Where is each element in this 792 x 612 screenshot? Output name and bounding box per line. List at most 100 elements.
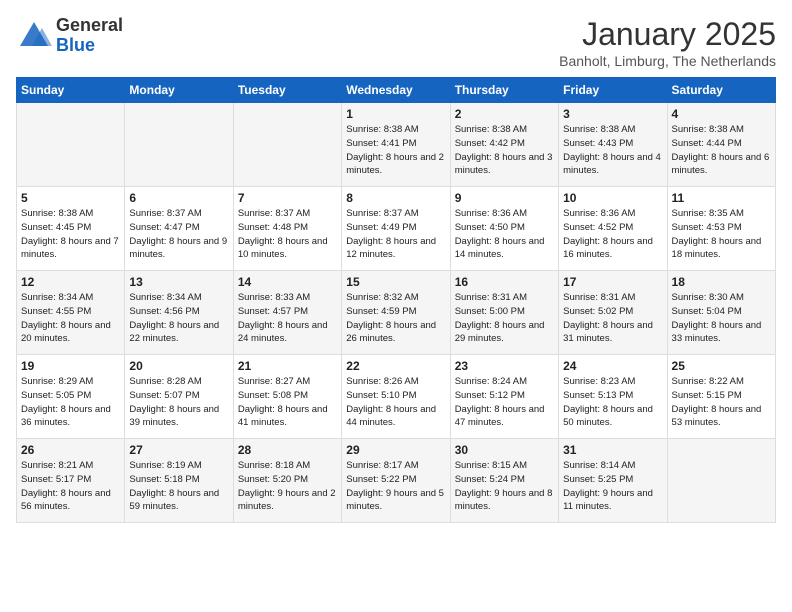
day-info-line: Sunrise: 8:34 AM <box>21 292 93 303</box>
day-info-line: Sunrise: 8:26 AM <box>346 376 418 387</box>
day-info: Sunrise: 8:22 AM Sunset: 5:15 PM Daylight:… <box>672 375 771 430</box>
day-number: 23 <box>455 359 554 373</box>
day-info-line: Sunset: 5:08 PM <box>238 390 308 401</box>
day-info-line: Sunset: 4:49 PM <box>346 222 416 233</box>
day-info-line: Sunset: 5:07 PM <box>129 390 199 401</box>
day-number: 18 <box>672 275 771 289</box>
day-info-line: Sunset: 5:00 PM <box>455 306 525 317</box>
day-number: 22 <box>346 359 445 373</box>
day-info-line: Sunrise: 8:22 AM <box>672 376 744 387</box>
day-info-line: Daylight: 8 hours and 9 minutes. <box>129 236 227 261</box>
day-info-line: Daylight: 8 hours and 50 minutes. <box>563 404 653 429</box>
day-info-line: Daylight: 8 hours and 3 minutes. <box>455 152 553 177</box>
day-number: 10 <box>563 191 662 205</box>
day-info-line: Sunset: 4:50 PM <box>455 222 525 233</box>
header: General Blue January 2025 Banholt, Limbu… <box>16 16 776 69</box>
day-info: Sunrise: 8:38 AMSunset: 4:41 PMDaylight:… <box>346 123 445 178</box>
calendar-header: Sunday Monday Tuesday Wednesday Thursday… <box>17 78 776 103</box>
day-info: Sunrise: 8:19 AMSunset: 5:18 PMDaylight:… <box>129 459 228 514</box>
day-info: Sunrise: 8:31 AMSunset: 5:02 PMDaylight:… <box>563 291 662 346</box>
day-info: Sunrise: 8:17 AMSunset: 5:22 PMDaylight:… <box>346 459 445 514</box>
day-info-line: Daylight: 8 hours and 20 minutes. <box>21 320 111 345</box>
day-info-line: Daylight: 8 hours and 33 minutes. <box>672 320 762 345</box>
day-info-line: Daylight: 8 hours and 12 minutes. <box>346 236 436 261</box>
day-number: 14 <box>238 275 337 289</box>
day-info-line: Sunset: 4:44 PM <box>672 138 742 149</box>
header-thursday: Thursday <box>450 78 558 103</box>
day-number: 29 <box>346 443 445 457</box>
location: Banholt, Limburg, The Netherlands <box>559 53 776 69</box>
day-cell: 6Sunrise: 8:37 AMSunset: 4:47 PMDaylight… <box>125 187 233 271</box>
day-cell: 30Sunrise: 8:15 AMSunset: 5:24 PMDayligh… <box>450 439 558 523</box>
day-cell: 5Sunrise: 8:38 AMSunset: 4:45 PMDaylight… <box>17 187 125 271</box>
day-number: 16 <box>455 275 554 289</box>
day-info-line: Sunrise: 8:32 AM <box>346 292 418 303</box>
day-cell: 27Sunrise: 8:19 AMSunset: 5:18 PMDayligh… <box>125 439 233 523</box>
day-number: 17 <box>563 275 662 289</box>
day-info-line: Sunset: 4:47 PM <box>129 222 199 233</box>
day-cell: 9Sunrise: 8:36 AMSunset: 4:50 PMDaylight… <box>450 187 558 271</box>
day-info-line: Sunset: 4:42 PM <box>455 138 525 149</box>
day-info: Sunrise: 8:18 AMSunset: 5:20 PMDaylight:… <box>238 459 337 514</box>
day-number: 8 <box>346 191 445 205</box>
day-info-line: Daylight: 8 hours and 18 minutes. <box>672 236 762 261</box>
day-number: 13 <box>129 275 228 289</box>
header-row: Sunday Monday Tuesday Wednesday Thursday… <box>17 78 776 103</box>
day-info-line: Sunrise: 8:31 AM <box>455 292 527 303</box>
day-info-line: Sunrise: 8:30 AM <box>672 292 744 303</box>
day-cell: 17 Sunrise: 8:31 AMSunset: 5:02 PMDayligh… <box>559 271 667 355</box>
day-info-line: Sunset: 5:05 PM <box>21 390 91 401</box>
day-info-line: Sunset: 4:43 PM <box>563 138 633 149</box>
day-info: Sunrise: 8:35 AMSunset: 4:53 PMDaylight:… <box>672 207 771 262</box>
day-info: Sunrise: 8:29 AMSunset: 5:05 PMDaylight:… <box>21 375 120 430</box>
day-info: Sunrise: 8:21 AMSunset: 5:17 PMDaylight:… <box>21 459 120 514</box>
day-info: Sunrise: 8:14 AMSunset: 5:25 PMDaylight:… <box>563 459 662 514</box>
day-cell <box>125 103 233 187</box>
day-info-line: Sunset: 4:53 PM <box>672 222 742 233</box>
day-info-line: Sunrise: 8:17 AM <box>346 460 418 471</box>
day-info-line: Daylight: 9 hours and 8 minutes. <box>455 488 553 513</box>
day-info: Sunrise: 8:38 AMSunset: 4:44 PMDaylight:… <box>672 123 771 178</box>
day-info: Sunrise: 8:34 AMSunset: 4:56 PMDaylight:… <box>129 291 228 346</box>
day-cell: 1 Sunrise: 8:38 AMSunset: 4:41 PMDaylight… <box>342 103 450 187</box>
day-cell: 22Sunrise: 8:26 AMSunset: 5:10 PMDayligh… <box>342 355 450 439</box>
day-info-line: Daylight: 8 hours and 41 minutes. <box>238 404 328 429</box>
calendar-body: 1 Sunrise: 8:38 AMSunset: 4:41 PMDaylight… <box>17 103 776 523</box>
logo: General Blue <box>16 16 123 56</box>
logo-icon <box>16 18 52 54</box>
day-info-line: Sunset: 4:56 PM <box>129 306 199 317</box>
day-info-line: Daylight: 8 hours and 10 minutes. <box>238 236 328 261</box>
month-title: January 2025 <box>559 16 776 53</box>
day-number: 6 <box>129 191 228 205</box>
day-info-line: Sunrise: 8:28 AM <box>129 376 201 387</box>
day-number: 4 <box>672 107 771 121</box>
day-cell: 19Sunrise: 8:29 AMSunset: 5:05 PMDayligh… <box>17 355 125 439</box>
day-number: 1 <box>346 107 445 121</box>
day-number: 5 <box>21 191 120 205</box>
day-cell: 20Sunrise: 8:28 AMSunset: 5:07 PMDayligh… <box>125 355 233 439</box>
day-number: 30 <box>455 443 554 457</box>
header-sunday: Sunday <box>17 78 125 103</box>
day-info: Sunrise: 8:30 AMSunset: 5:04 PMDaylight:… <box>672 291 771 346</box>
day-info-line: Sunrise: 8:38 AM <box>455 124 527 135</box>
day-cell: 4 Sunrise: 8:38 AMSunset: 4:44 PMDaylight… <box>667 103 775 187</box>
day-info-line: Daylight: 8 hours and 56 minutes. <box>21 488 111 513</box>
day-info-line: Sunset: 5:15 PM <box>672 390 742 401</box>
day-info: Sunrise: 8:38 AMSunset: 4:43 PMDaylight:… <box>563 123 662 178</box>
day-info: Sunrise: 8:36 AMSunset: 4:52 PMDaylight:… <box>563 207 662 262</box>
day-info-line: Sunset: 5:12 PM <box>455 390 525 401</box>
day-info: Sunrise: 8:37 AMSunset: 4:48 PMDaylight:… <box>238 207 337 262</box>
day-info: Sunrise: 8:33 AMSunset: 4:57 PMDaylight:… <box>238 291 337 346</box>
day-info-line: Sunset: 4:48 PM <box>238 222 308 233</box>
day-info-line: Daylight: 8 hours and 53 minutes. <box>672 404 762 429</box>
day-number: 20 <box>129 359 228 373</box>
day-number: 12 <box>21 275 120 289</box>
day-info-line: Daylight: 9 hours and 11 minutes. <box>563 488 653 513</box>
day-cell: 24Sunrise: 8:23 AMSunset: 5:13 PMDayligh… <box>559 355 667 439</box>
day-info-line: Sunset: 5:20 PM <box>238 474 308 485</box>
day-cell: 10 Sunrise: 8:36 AMSunset: 4:52 PMDayligh… <box>559 187 667 271</box>
day-cell: 14 Sunrise: 8:33 AMSunset: 4:57 PMDayligh… <box>233 271 341 355</box>
day-info-line: Sunrise: 8:36 AM <box>563 208 635 219</box>
week-row-3: 19Sunrise: 8:29 AMSunset: 5:05 PMDayligh… <box>17 355 776 439</box>
day-info: Sunrise: 8:34 AMSunset: 4:55 PMDaylight:… <box>21 291 120 346</box>
